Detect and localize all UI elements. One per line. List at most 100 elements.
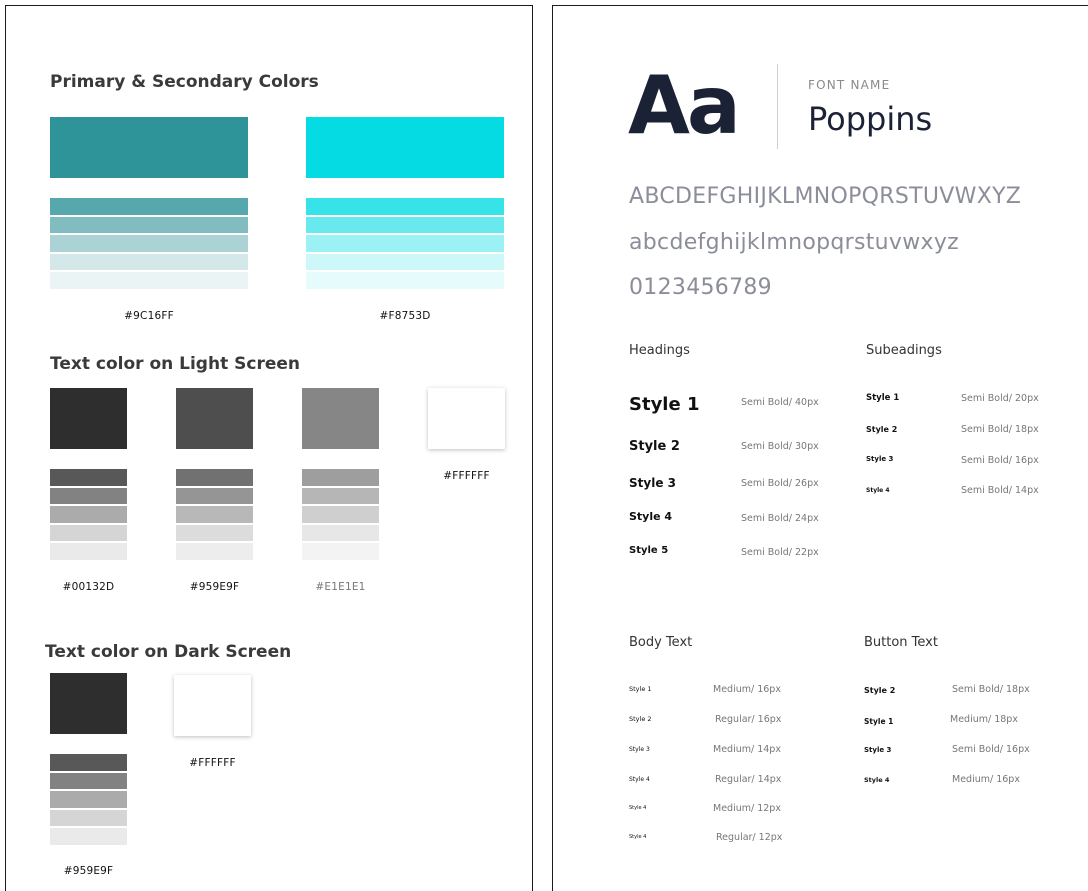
- light-screen-title: Text color on Light Screen: [50, 354, 300, 374]
- tint-step[interactable]: [50, 235, 248, 252]
- font-specimen-glyphs: Aa: [628, 59, 741, 152]
- body-style-spec: Regular/ 16px: [715, 714, 782, 725]
- subheading-style-name: Style 2: [866, 425, 898, 434]
- white-hex-label: #FFFFFF: [189, 757, 236, 769]
- body-text-title: Body Text: [629, 635, 693, 650]
- digits-sample: 0123456789: [629, 275, 772, 300]
- button-text-title: Button Text: [864, 635, 938, 650]
- tint-step[interactable]: [176, 469, 253, 486]
- tint-step[interactable]: [50, 543, 127, 560]
- color-palette-panel: Primary & Secondary Colors #9C16FF #F875…: [5, 5, 533, 891]
- button-style-name: Style 3: [864, 746, 892, 754]
- tint-step[interactable]: [50, 828, 127, 845]
- tint-step[interactable]: [302, 469, 379, 486]
- tint-step[interactable]: [302, 506, 379, 523]
- body-style-name: Style 4: [629, 834, 647, 840]
- heading-style-name: Style 3: [629, 476, 676, 490]
- heading-style-name: Style 1: [629, 394, 700, 415]
- body-style-spec: Medium/ 14px: [713, 744, 781, 755]
- tint-step[interactable]: [50, 524, 127, 541]
- light-hex-label: #959E9F: [189, 581, 240, 593]
- secondary-color-swatch[interactable]: [306, 117, 504, 178]
- tint-step[interactable]: [306, 216, 504, 233]
- primary-secondary-title: Primary & Secondary Colors: [50, 72, 319, 92]
- heading-style-name: Style 4: [629, 510, 673, 523]
- tint-step[interactable]: [176, 524, 253, 541]
- body-style-name: Style 3: [629, 746, 650, 753]
- light-color-swatch[interactable]: [302, 388, 379, 449]
- white-color-swatch[interactable]: [428, 388, 505, 449]
- heading-style-spec: Semi Bold/ 40px: [741, 397, 819, 408]
- secondary-tint-scale: [306, 198, 504, 289]
- tint-step[interactable]: [306, 272, 504, 289]
- light-color-swatch[interactable]: [50, 388, 127, 449]
- body-style-spec: Regular/ 14px: [715, 774, 782, 785]
- primary-color-swatch[interactable]: [50, 117, 248, 178]
- heading-style-spec: Semi Bold/ 22px: [741, 547, 819, 558]
- heading-style-spec: Semi Bold/ 26px: [741, 478, 819, 489]
- heading-style-name: Style 2: [629, 439, 680, 454]
- button-style-name: Style 4: [864, 776, 890, 784]
- subheading-style-name: Style 1: [866, 393, 900, 403]
- dark-hex-label: #959E9F: [63, 865, 114, 877]
- tint-step[interactable]: [50, 487, 127, 504]
- tint-step[interactable]: [306, 253, 504, 270]
- headings-title: Headings: [629, 343, 690, 358]
- light-hex-label: #E1E1E1: [315, 581, 366, 593]
- button-style-name: Style 2: [864, 686, 896, 695]
- body-style-name: Style 4: [629, 776, 650, 783]
- tint-step[interactable]: [176, 543, 253, 560]
- vertical-divider: [777, 64, 778, 149]
- light-hex-label: #00132D: [62, 581, 115, 593]
- button-style-spec: Semi Bold/ 18px: [952, 684, 1030, 695]
- subheading-style-spec: Semi Bold/ 20px: [961, 393, 1039, 404]
- subheading-style-spec: Semi Bold/ 18px: [961, 424, 1039, 435]
- body-style-spec: Medium/ 12px: [713, 803, 781, 814]
- subheading-style-name: Style 4: [866, 487, 890, 494]
- uppercase-alphabet: ABCDEFGHIJKLMNOPQRSTUVWXYZ: [629, 184, 1022, 209]
- tint-step[interactable]: [302, 487, 379, 504]
- lowercase-alphabet: abcdefghijklmnopqrstuvwxyz: [629, 230, 960, 255]
- tint-step[interactable]: [50, 216, 248, 233]
- tint-step[interactable]: [50, 253, 248, 270]
- dark-screen-title: Text color on Dark Screen: [45, 642, 292, 662]
- button-style-name: Style 1: [864, 717, 894, 726]
- tint-step[interactable]: [50, 809, 127, 826]
- tint-step[interactable]: [302, 524, 379, 541]
- typography-panel: Aa FONT NAME Poppins ABCDEFGHIJKLMNOPQRS…: [552, 5, 1088, 891]
- tint-step[interactable]: [50, 772, 127, 789]
- body-style-name: Style 4: [629, 805, 647, 811]
- body-style-name: Style 1: [629, 685, 652, 693]
- white-color-swatch[interactable]: [174, 675, 251, 736]
- light-tint-scale: [302, 469, 379, 560]
- tint-step[interactable]: [176, 506, 253, 523]
- body-style-spec: Regular/ 12px: [716, 832, 783, 843]
- tint-step[interactable]: [176, 487, 253, 504]
- font-name-value: Poppins: [808, 100, 933, 138]
- tint-step[interactable]: [50, 469, 127, 486]
- tint-step[interactable]: [50, 754, 127, 771]
- tint-step[interactable]: [306, 235, 504, 252]
- body-style-name: Style 2: [629, 715, 652, 723]
- button-style-spec: Medium/ 18px: [950, 714, 1018, 725]
- tint-step[interactable]: [306, 198, 504, 215]
- button-style-spec: Medium/ 16px: [952, 774, 1020, 785]
- subheadings-title: Subeadings: [866, 343, 942, 358]
- tint-step[interactable]: [302, 543, 379, 560]
- body-style-spec: Medium/ 16px: [713, 684, 781, 695]
- light-color-swatch[interactable]: [176, 388, 253, 449]
- white-hex-label: #FFFFFF: [443, 470, 490, 482]
- tint-step[interactable]: [50, 272, 248, 289]
- tint-step[interactable]: [50, 506, 127, 523]
- dark-color-swatch[interactable]: [50, 673, 127, 734]
- primary-tint-scale: [50, 198, 248, 289]
- dark-tint-scale: [50, 754, 127, 845]
- font-name-label: FONT NAME: [808, 78, 891, 92]
- subheading-style-spec: Semi Bold/ 16px: [961, 455, 1039, 466]
- light-tint-scale: [176, 469, 253, 560]
- tint-step[interactable]: [50, 198, 248, 215]
- subheading-style-spec: Semi Bold/ 14px: [961, 485, 1039, 496]
- primary-hex-label: #9C16FF: [124, 310, 174, 322]
- tint-step[interactable]: [50, 791, 127, 808]
- heading-style-spec: Semi Bold/ 30px: [741, 441, 819, 452]
